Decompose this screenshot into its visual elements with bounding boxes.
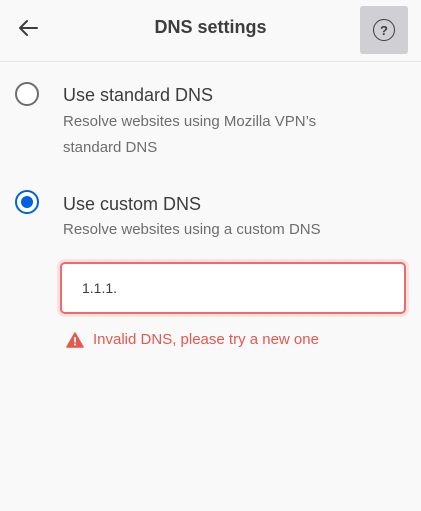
help-button[interactable]: ? xyxy=(360,6,408,54)
custom-dns-input[interactable] xyxy=(60,262,406,314)
warning-triangle-icon xyxy=(66,331,84,348)
error-text: Invalid DNS, please try a new one xyxy=(93,331,319,348)
custom-dns-description: Resolve websites using a custom DNS xyxy=(63,221,321,238)
standard-dns-title: Use standard DNS xyxy=(63,85,214,105)
dns-error-message: Invalid DNS, please try a new one xyxy=(66,331,319,348)
standard-dns-radio[interactable] xyxy=(15,82,39,106)
header: DNS settings ? xyxy=(0,0,421,62)
custom-dns-title: Use custom DNS xyxy=(63,194,202,214)
custom-dns-radio[interactable] xyxy=(15,190,39,214)
question-circle-icon: ? xyxy=(373,19,395,41)
standard-dns-description: Resolve websites using Mozilla VPN’s sta… xyxy=(63,113,317,156)
page-title: DNS settings xyxy=(154,17,267,37)
